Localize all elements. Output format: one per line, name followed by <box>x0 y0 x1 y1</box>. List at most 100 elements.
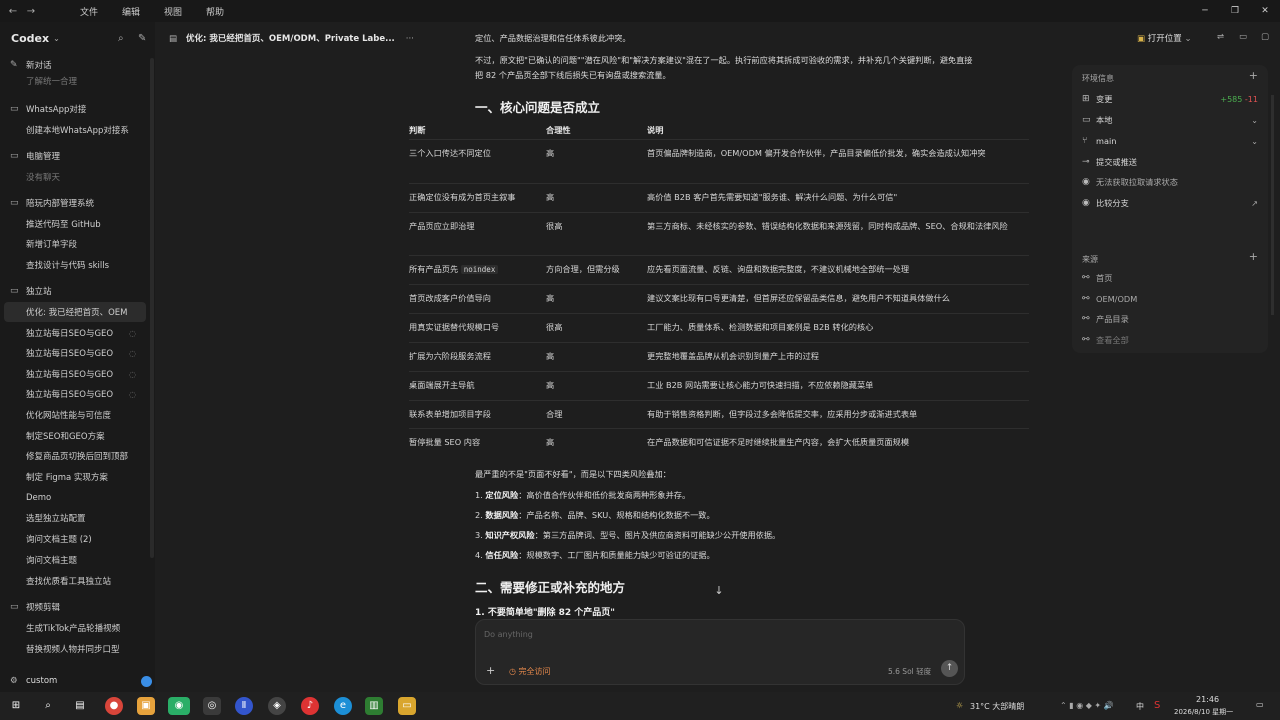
add-icon[interactable]: + <box>1249 69 1258 82</box>
open-location-button[interactable]: ▣ 打开位置 ⌄ <box>1137 32 1192 44</box>
list-item[interactable]: 独立站每日SEO与GEO ◌ <box>0 384 150 404</box>
tray-icons[interactable]: ⌃ ▮ ◉ ◆ ✦ 🔊 <box>1060 701 1114 710</box>
list-item[interactable]: 制定 Figma 实现方案 <box>0 467 150 487</box>
table-cell-judgment: 首页改成客户价值导向 <box>409 291 539 305</box>
table-cell-note: 更完整地覆盖品牌从机会识别到量产上市的过程 <box>647 351 819 361</box>
source-link[interactable]: ⚯ OEM/ODM <box>1082 291 1258 307</box>
list-item[interactable]: 替换视频人物并同步口型 <box>0 639 150 659</box>
local-row[interactable]: ▭ 本地 ⌄ <box>1082 112 1258 128</box>
app-icon[interactable]: Ⅱ <box>235 697 253 715</box>
maximize-icon[interactable]: ❐ <box>1220 0 1250 22</box>
project-internal-system[interactable]: ▭ 陪玩内部管理系统 <box>0 193 150 213</box>
composer[interactable]: Do anything + ◷ 完全访问 5.6 Sol 轻度 ↑ <box>475 619 965 685</box>
source-link[interactable]: ⚯ 首页 <box>1082 270 1258 286</box>
send-button[interactable]: ↑ <box>941 660 958 677</box>
ime-indicator[interactable]: 中 <box>1136 701 1144 712</box>
menu-edit[interactable]: 编辑 <box>122 5 140 18</box>
split-view-icon[interactable]: ⇌ <box>1217 32 1224 42</box>
minimize-icon[interactable]: ─ <box>1190 0 1220 22</box>
weather-label[interactable]: 31°C 大部晴朗 <box>970 701 1024 712</box>
judgment-text: 三个入口传达不同定位 <box>409 148 491 158</box>
netease-music-icon[interactable]: ♪ <box>301 697 319 715</box>
menu-help[interactable]: 帮助 <box>206 5 224 18</box>
add-icon[interactable]: + <box>1249 250 1258 263</box>
list-item[interactable]: 独立站每日SEO与GEO ◌ <box>0 343 150 363</box>
list-item[interactable]: 查找设计与代码 skills <box>0 255 150 275</box>
sidebar-scrollbar[interactable] <box>150 58 154 558</box>
app-icon[interactable]: ▥ <box>365 697 383 715</box>
risk-text: ：高价值合作伙伴和低价批发商两种形象并存。 <box>518 490 691 500</box>
back-icon[interactable]: ← <box>4 6 22 17</box>
changes-label: 变更 <box>1096 94 1113 104</box>
list-item[interactable]: 询问文档主题 (2) <box>0 529 150 549</box>
source-link[interactable]: ⚯ 产品目录 <box>1082 311 1258 327</box>
branch-row[interactable]: ⑂ main ⌄ <box>1082 133 1258 149</box>
window-icon[interactable]: ▢ <box>1261 32 1269 42</box>
app-switcher[interactable]: Codex ⌄ <box>0 22 155 54</box>
app-icon[interactable]: ▣ <box>137 697 155 715</box>
list-item[interactable]: 询问文档主题 <box>0 550 150 570</box>
search-icon[interactable]: ⌕ <box>118 33 124 44</box>
project-whatsapp[interactable]: ▭ WhatsApp对接 <box>0 99 150 119</box>
list-item[interactable]: 查找优质看工具独立站 <box>0 571 150 591</box>
file-explorer-icon[interactable]: ▭ <box>398 697 416 715</box>
risk-text: ：第三方品牌词、型号、图片及供应商资料可能缺少公开使用依据。 <box>534 530 781 540</box>
menu-view[interactable]: 视图 <box>164 5 182 18</box>
chrome-icon[interactable]: ● <box>105 697 123 715</box>
access-mode-button[interactable]: ◷ 完全访问 <box>509 666 551 677</box>
scroll-to-bottom-icon[interactable]: ↓ <box>709 584 729 600</box>
view-all-link[interactable]: ⚯ 查看全部 <box>1082 332 1258 348</box>
list-item[interactable]: 选型独立站配置 <box>0 508 150 528</box>
edge-icon[interactable]: e <box>334 697 352 715</box>
commit-push-row[interactable]: ⊸ 提交或推送 <box>1082 154 1258 170</box>
notification-icon[interactable]: ▭ <box>1256 700 1264 709</box>
prompt-input[interactable]: Do anything <box>484 630 533 639</box>
model-selector[interactable]: 5.6 Sol 轻度 <box>888 666 931 677</box>
app-icon[interactable]: ◈ <box>268 697 286 715</box>
list-item[interactable]: 修复商品页切换后回到顶部 <box>0 446 150 466</box>
sources-title: 来源 <box>1082 255 1098 264</box>
compare-branch-row[interactable]: ◉ 比较分支 ↗ <box>1082 195 1258 211</box>
panel-scrollbar[interactable] <box>1271 95 1274 315</box>
project-independent-site[interactable]: ▭ 独立站 <box>0 281 150 301</box>
list-item[interactable]: 创建本地WhatsApp对接系 <box>0 120 150 140</box>
settings-button[interactable]: ⚙ custom <box>0 670 155 692</box>
task-view-icon[interactable]: ▤ <box>71 697 89 715</box>
wechat-icon[interactable]: ◉ <box>168 697 190 715</box>
list-item[interactable]: 独立站每日SEO与GEO ◌ <box>0 323 150 343</box>
clock-time[interactable]: 21:46 <box>1196 695 1219 704</box>
new-chat-icon[interactable]: ✎ <box>138 33 146 44</box>
list-item-label: 优化网站性能与可信度 <box>26 411 112 421</box>
close-icon[interactable]: ✕ <box>1250 0 1280 22</box>
table-cell-note: 高价值 B2B 客户首先需要知道"服务谁、解决什么问题、为什么可信" <box>647 192 898 202</box>
changes-row[interactable]: ⊞ 变更 +585 -11 <box>1082 91 1258 107</box>
list-item-active[interactable]: 优化: 我已经把首页、OEM <box>4 302 146 322</box>
forward-icon[interactable]: → <box>22 6 40 17</box>
panel-icon[interactable]: ▭ <box>1239 32 1247 42</box>
search-icon[interactable]: ⌕ <box>39 697 57 715</box>
list-item[interactable]: 制定SEO和GEO方案 <box>0 426 150 446</box>
list-item[interactable]: 优化网站性能与可信度 <box>0 405 150 425</box>
list-item[interactable]: 了解统一合理 <box>0 74 150 88</box>
ime-icon[interactable]: S <box>1154 700 1160 711</box>
thread-title[interactable]: ▤ 优化: 我已经把首页、OEM/ODM、Private Labe... ··· <box>169 32 414 44</box>
project-video-editing[interactable]: ▭ 视频剪辑 <box>0 597 150 617</box>
list-item[interactable]: 新增订单字段 <box>0 234 150 254</box>
clock-date[interactable]: 2026/8/10 星期一 <box>1174 707 1233 717</box>
list-item-label: 询问文档主题 (2) <box>26 535 92 545</box>
codex-icon[interactable]: ◎ <box>203 697 221 715</box>
list-item[interactable]: Demo <box>0 488 150 508</box>
notification-badge[interactable] <box>141 675 152 687</box>
windows-start-icon[interactable]: ⊞ <box>7 697 25 715</box>
weather-icon[interactable]: ☼ <box>956 701 963 710</box>
menu-file[interactable]: 文件 <box>80 5 98 18</box>
list-item-label: 修复商品页切换后回到顶部 <box>26 452 129 462</box>
table-header: 判断 <box>409 125 426 135</box>
list-item[interactable]: 生成TikTok产品轮播视频 <box>0 618 150 638</box>
project-pc-management[interactable]: ▭ 电脑管理 <box>0 146 150 166</box>
add-attachment-icon[interactable]: + <box>486 664 495 677</box>
new-thread-button[interactable]: ✎ 新对话 <box>0 55 150 75</box>
list-item[interactable]: 推送代码至 GitHub <box>0 214 150 234</box>
table-cell-judgment: 正确定位没有成为首页主叙事 <box>409 190 539 204</box>
list-item[interactable]: 独立站每日SEO与GEO ◌ <box>0 364 150 384</box>
